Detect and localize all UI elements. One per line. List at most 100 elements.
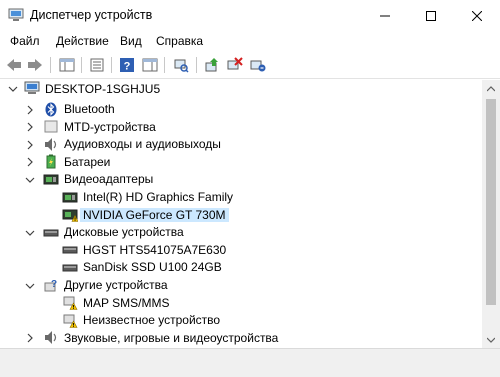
uninstall-device-icon [227,57,243,70]
tree-item-intel-graphics[interactable]: Intel(R) HD Graphics Family [0,189,482,207]
toolbar-separator [50,57,51,73]
chevron-down-icon[interactable] [25,280,35,290]
svg-text:?: ? [124,61,131,73]
menu-view[interactable]: Вид [120,34,142,48]
device-tree: DESKTOP-1SGHJU5 Bluetooth MTD-устройства… [0,80,482,348]
help-icon: ? [120,58,134,73]
disk-icon [62,260,78,275]
display-adapter-icon [62,190,78,205]
menu-help[interactable]: Справка [156,34,203,48]
disable-device-icon [250,60,266,72]
scan-hardware-icon [174,59,189,73]
scroll-down-arrow-icon [487,337,495,343]
update-driver-icon [205,58,218,72]
audio-icon [43,137,59,152]
computer-icon [24,81,40,96]
properties-button[interactable] [87,56,107,74]
menu-bar: Файл Действие Вид Справка [0,31,500,51]
device-manager-app-icon [8,8,24,22]
update-driver-button[interactable] [202,56,222,74]
properties-icon [90,58,104,72]
chevron-right-icon[interactable] [25,139,35,150]
disk-icon [43,225,59,240]
chevron-right-icon[interactable] [25,121,35,132]
scan-hardware-button[interactable] [171,56,191,74]
maximize-button[interactable] [408,0,454,31]
tree-root-label: DESKTOP-1SGHJU5 [45,81,161,96]
view-button[interactable] [140,56,160,74]
tree-item-label: Bluetooth [64,102,115,116]
unknown-device-warning-icon [62,313,78,328]
tree-item-unknown-device[interactable]: Неизвестное устройство [0,312,482,330]
tree-root[interactable]: DESKTOP-1SGHJU5 [0,80,482,98]
vertical-scrollbar[interactable] [482,80,500,348]
tree-item-label: NVIDIA GeForce GT 730M [80,207,229,222]
toolbar-separator [164,57,165,73]
status-bar [0,348,500,377]
back-button[interactable] [4,56,24,74]
tree-item-label: Звуковые, игровые и видеоустройства [64,330,279,345]
chevron-right-icon[interactable] [25,156,35,167]
tree-item-audio[interactable]: Аудиовходы и аудиовыходы [0,136,482,154]
close-button[interactable] [454,0,500,31]
chevron-down-icon[interactable] [25,174,35,184]
tree-item-label: SanDisk SSD U100 24GB [83,260,222,275]
minimize-button[interactable] [362,0,408,31]
scroll-up-arrow-icon [487,85,495,91]
close-icon [472,10,482,21]
tree-item-mtd[interactable]: MTD-устройства [0,118,482,136]
tree-item-label: MTD-устройства [64,119,156,134]
forward-arrow-icon [28,59,42,71]
console-tree-icon [59,58,75,72]
chevron-right-icon[interactable] [25,332,35,343]
toolbar-separator [196,57,197,73]
scrollbar-thumb[interactable] [486,99,496,305]
tree-item-label: Intel(R) HD Graphics Family [83,190,234,204]
menu-action[interactable]: Действие [56,34,109,48]
mtd-device-icon [43,119,59,134]
disable-device-button[interactable] [248,56,268,74]
unknown-device-icon: ? [43,278,59,293]
tree-item-hgst-disk[interactable]: HGST HTS541075A7E630 [0,241,482,259]
tree-item-label: Другие устройства [64,278,168,292]
tree-item-label: HGST HTS541075A7E630 [83,242,227,257]
disk-icon [62,242,78,257]
tree-item-other-devices[interactable]: ? Другие устройства [0,277,482,295]
display-adapter-icon [43,172,59,187]
tree-item-label: Неизвестное устройство [83,313,221,328]
toolbar-separator [81,57,82,73]
chevron-right-icon[interactable] [25,104,35,114]
show-hide-tree-button[interactable] [57,56,77,74]
tree-item-label: MAP SMS/MMS [83,295,170,310]
maximize-icon [426,10,436,21]
bluetooth-icon [43,102,59,117]
toolbar: ? [0,52,500,79]
tree-item-display-adapters[interactable]: Видеоадаптеры [0,171,482,189]
battery-icon [43,154,59,169]
chevron-down-icon[interactable] [8,83,18,93]
forward-button[interactable] [25,56,45,74]
scroll-up-button[interactable] [482,80,500,97]
tree-item-map-sms-mms[interactable]: MAP SMS/MMS [0,294,482,312]
tree-item-disk-drives[interactable]: Дисковые устройства [0,224,482,242]
action-pane-icon [142,58,158,72]
help-button[interactable]: ? [117,56,137,74]
scroll-down-button[interactable] [482,331,500,348]
tree-item-sound-video-game[interactable]: Звуковые, игровые и видеоустройства [0,329,482,347]
back-arrow-icon [7,59,21,71]
svg-text:?: ? [51,279,57,290]
tree-item-bluetooth[interactable]: Bluetooth [0,101,482,119]
tree-item-nvidia-graphics[interactable]: NVIDIA GeForce GT 730M [0,206,482,224]
tree-item-label: Батареи [64,154,111,169]
unknown-device-warning-icon [62,295,78,310]
minimize-icon [380,15,390,16]
window-title: Диспетчер устройств [30,8,153,22]
chevron-down-icon[interactable] [25,227,35,237]
title-bar: Диспетчер устройств [0,0,500,31]
sound-icon [43,330,59,345]
tree-item-batteries[interactable]: Батареи [0,153,482,171]
menu-file[interactable]: Файл [10,34,40,48]
uninstall-device-button[interactable] [225,56,245,74]
tree-item-sandisk-ssd[interactable]: SanDisk SSD U100 24GB [0,259,482,277]
tree-item-label: Видеоадаптеры [64,172,154,187]
